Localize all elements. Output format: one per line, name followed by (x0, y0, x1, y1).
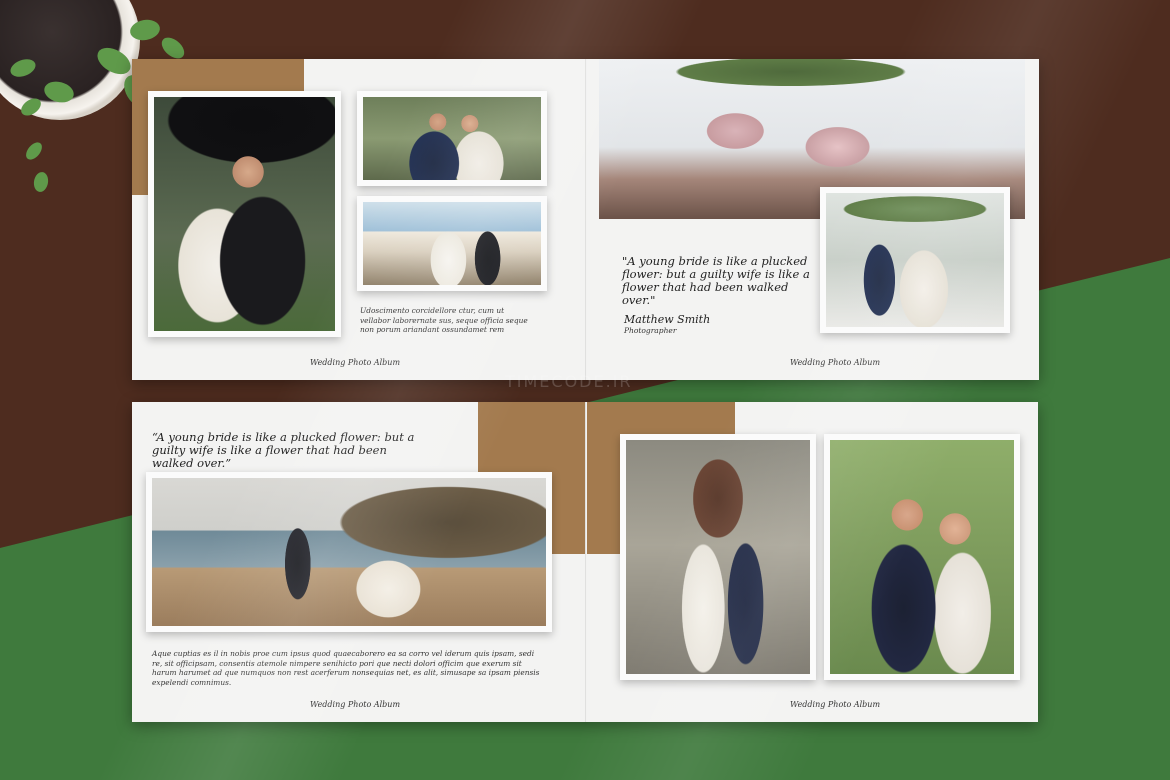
quote-text: "A young bride is like a plucked flower:… (622, 254, 810, 307)
page-fold (585, 402, 587, 722)
watermark: TIMECODE.IR (505, 372, 633, 391)
page-footer: Wedding Photo Album (790, 700, 881, 709)
album-spread-top: Udoscimento corcidellore ctur, cum ut ve… (132, 59, 1039, 380)
photo-couple-confetti (620, 434, 816, 680)
page-footer: Wedding Photo Album (790, 358, 881, 367)
photo-couple-celebration (357, 91, 547, 186)
author-role: Photographer (624, 326, 677, 335)
photo-couple-aisle (820, 187, 1010, 333)
quote-text: “A young bride is like a plucked flower:… (152, 430, 415, 470)
body-text: Udoscimento corcidellore ctur, cum ut ve… (360, 306, 528, 334)
page-footer: Wedding Photo Album (310, 700, 401, 709)
page-footer: Wedding Photo Album (310, 358, 401, 367)
album-spread-bottom: “A young bride is like a plucked flower:… (132, 402, 1038, 722)
photo-couple-beach (146, 472, 552, 632)
photo-couple-embrace (824, 434, 1020, 680)
page-fold (585, 59, 587, 380)
photo-couple-church-steps (357, 196, 547, 291)
photo-couple-umbrella (148, 91, 341, 337)
author-name: Matthew Smith (624, 313, 711, 326)
body-text: Aque cuptias es il in nobis proe cum ips… (152, 649, 540, 687)
